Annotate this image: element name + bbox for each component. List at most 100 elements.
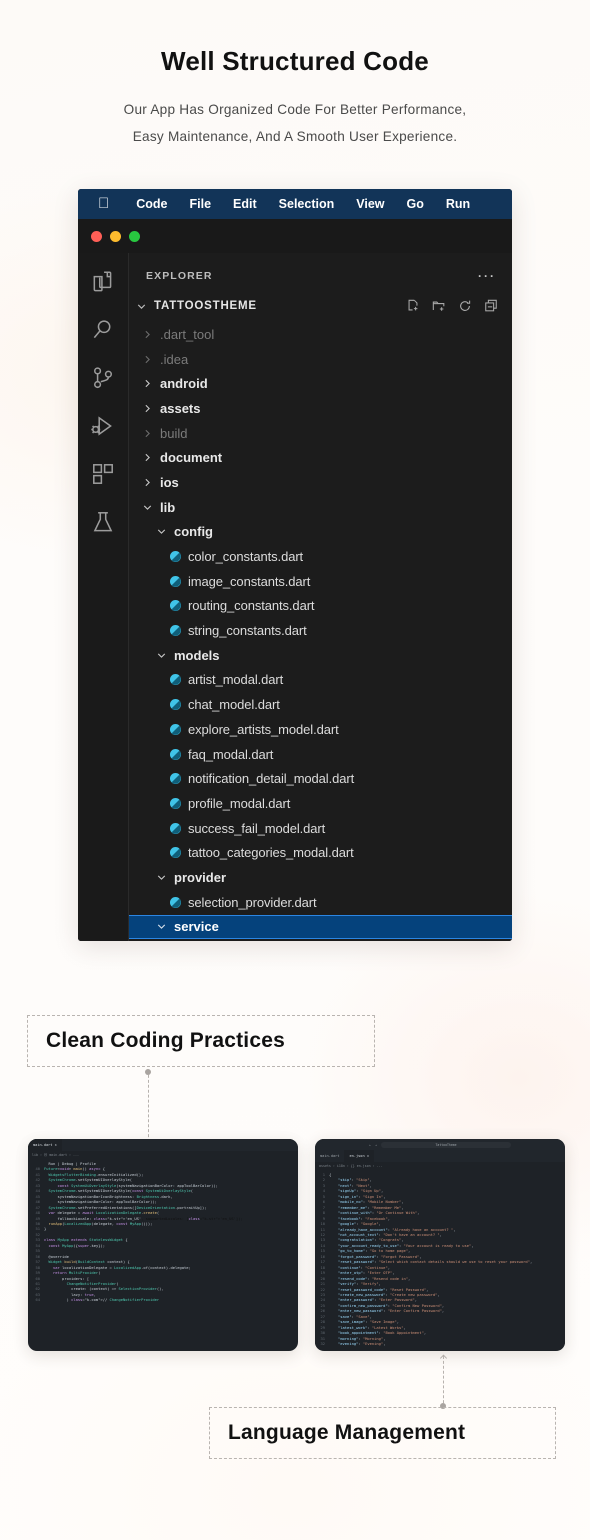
connector-line bbox=[443, 1356, 444, 1408]
dart-file-icon bbox=[169, 723, 182, 736]
connector-line bbox=[148, 1070, 149, 1142]
new-file-icon[interactable] bbox=[406, 299, 420, 313]
code-line: 32 "evening": "Evening", bbox=[320, 1342, 386, 1347]
chevron-right-icon bbox=[141, 353, 154, 366]
tree-folder-row[interactable]: assets bbox=[129, 396, 512, 421]
more-actions-icon[interactable]: ··· bbox=[478, 269, 496, 283]
code-line: 64 ) class="k-com">// ChangeNotifierProv… bbox=[35, 1298, 160, 1303]
tree-file-row[interactable]: color_constants.dart bbox=[129, 544, 512, 569]
page-title: Well Structured Code bbox=[161, 46, 429, 76]
tree-folder-row[interactable]: provider bbox=[129, 865, 512, 890]
menu-item-selection[interactable]: Selection bbox=[268, 189, 346, 219]
tree-folder-label: service bbox=[174, 919, 219, 935]
tree-folder-row[interactable]: models bbox=[129, 643, 512, 668]
tree-file-row[interactable]: chat_model.dart bbox=[129, 692, 512, 717]
tree-file-label: faq_modal.dart bbox=[188, 746, 274, 762]
tree-folder-label: .idea bbox=[160, 351, 189, 367]
menu-item-view[interactable]: View bbox=[345, 189, 395, 219]
tree-folder-row[interactable]: config bbox=[129, 520, 512, 545]
dart-file-icon bbox=[169, 550, 182, 563]
tree-file-label: explore_artists_model.dart bbox=[188, 721, 339, 737]
chevron-down-icon bbox=[141, 501, 154, 514]
refresh-icon[interactable] bbox=[458, 299, 472, 313]
testing-icon[interactable] bbox=[90, 509, 116, 535]
tree-file-row[interactable]: faq_modal.dart bbox=[129, 742, 512, 767]
tab-en-json[interactable]: en.json × bbox=[344, 1150, 374, 1162]
file-tree: .dart_tool .idea android assets build documen… bbox=[129, 319, 512, 940]
code-right-tabbar: main.dart en.json × bbox=[315, 1150, 565, 1162]
tree-folder-row[interactable]: service bbox=[129, 914, 512, 940]
new-folder-icon[interactable] bbox=[432, 299, 446, 313]
minimize-window-button[interactable] bbox=[110, 230, 121, 242]
code-right-breadcrumb: assets › i18n › {} en.json › ... bbox=[315, 1162, 565, 1171]
tab-close-icon[interactable]: × bbox=[367, 1154, 369, 1158]
tree-file-label: tattoo_categories_modal.dart bbox=[188, 845, 354, 861]
explorer-header: EXPLORER ··· bbox=[129, 259, 512, 293]
tree-file-row[interactable]: routing_constants.dart bbox=[129, 594, 512, 619]
apple-logo-icon[interactable]:  bbox=[92, 196, 125, 211]
tree-folder-row[interactable]: build bbox=[129, 421, 512, 446]
source-control-icon[interactable] bbox=[90, 365, 116, 391]
tree-file-row[interactable]: explore_artists_model.dart bbox=[129, 717, 512, 742]
tree-folder-label: assets bbox=[160, 400, 201, 416]
chevron-right-icon bbox=[141, 427, 154, 440]
tree-file-row[interactable]: success_fail_model.dart bbox=[129, 816, 512, 841]
tree-folder-row[interactable]: .idea bbox=[129, 347, 512, 372]
code-left-editor[interactable]: Run | Debug | Profile 40 Future<void> main… bbox=[28, 1160, 298, 1339]
tab-main-dart-inactive[interactable]: main.dart bbox=[315, 1150, 344, 1162]
tree-file-label: success_fail_model.dart bbox=[188, 820, 326, 836]
tree-file-row[interactable]: profile_modal.dart bbox=[129, 791, 512, 816]
vscode-window:  Code File Edit Selection View Go Run bbox=[78, 189, 512, 941]
code-right-editor[interactable]: 1{2 "skip": "Skip", 3 "next": "Next", 4 "s… bbox=[315, 1171, 565, 1350]
dart-file-icon bbox=[169, 673, 182, 686]
tree-file-row[interactable]: image_constants.dart bbox=[129, 569, 512, 594]
tree-file-label: routing_constants.dart bbox=[188, 598, 315, 614]
extensions-icon[interactable] bbox=[90, 461, 116, 487]
menu-item-run[interactable]: Run bbox=[435, 189, 481, 219]
dart-file-icon bbox=[169, 772, 182, 785]
menu-item-edit[interactable]: Edit bbox=[222, 189, 268, 219]
dart-file-icon bbox=[169, 822, 182, 835]
menu-item-go[interactable]: Go bbox=[396, 189, 435, 219]
close-window-button[interactable] bbox=[91, 230, 102, 242]
tab-main-dart[interactable]: main.dart × bbox=[28, 1139, 62, 1151]
maximize-window-button[interactable] bbox=[129, 230, 140, 242]
nav-forward-icon[interactable]: → bbox=[375, 1143, 377, 1147]
tab-main-dart-label: main.dart bbox=[33, 1143, 53, 1147]
tree-folder-row[interactable]: android bbox=[129, 371, 512, 396]
tree-file-row[interactable]: string_constants.dart bbox=[129, 618, 512, 643]
tree-folder-label: document bbox=[160, 450, 223, 466]
command-center-omnibox[interactable]: TattooTheme bbox=[381, 1141, 512, 1148]
tree-folder-row[interactable]: .dart_tool bbox=[129, 322, 512, 347]
code-left-tabbar: main.dart × bbox=[28, 1139, 298, 1151]
menu-item-file[interactable]: File bbox=[179, 189, 223, 219]
tree-file-label: artist_modal.dart bbox=[188, 672, 284, 688]
explorer-root-row[interactable]: TATTOOSTHEME bbox=[129, 293, 512, 319]
explorer-root-label: TATTOOSTHEME bbox=[154, 300, 257, 312]
explorer-icon[interactable] bbox=[90, 269, 116, 295]
editor-body: EXPLORER ··· TATTOOSTHEME .dart_tool .id… bbox=[78, 253, 512, 941]
chevron-right-icon bbox=[141, 402, 154, 415]
explorer-title: EXPLORER bbox=[146, 270, 213, 282]
tree-folder-row[interactable]: lib bbox=[129, 495, 512, 520]
tree-file-row[interactable]: selection_provider.dart bbox=[129, 890, 512, 915]
tree-file-label: color_constants.dart bbox=[188, 549, 304, 565]
tree-file-row[interactable]: tattoo_categories_modal.dart bbox=[129, 840, 512, 865]
nav-back-icon[interactable]: ← bbox=[369, 1143, 371, 1147]
tab-close-icon[interactable]: × bbox=[55, 1143, 57, 1147]
collapse-all-icon[interactable] bbox=[484, 299, 498, 313]
callout-top-label: Clean Coding Practices bbox=[46, 1029, 285, 1052]
tree-file-row[interactable]: artist_modal.dart bbox=[129, 668, 512, 693]
window-title-bar bbox=[78, 219, 512, 253]
tree-folder-row[interactable]: document bbox=[129, 445, 512, 470]
menu-item-code[interactable]: Code bbox=[125, 189, 178, 219]
tree-folder-label: ios bbox=[160, 474, 179, 490]
macos-menu-bar:  Code File Edit Selection View Go Run bbox=[78, 189, 512, 219]
tree-file-row[interactable]: notification_detail_modal.dart bbox=[129, 766, 512, 791]
dart-file-icon bbox=[169, 896, 182, 909]
run-and-debug-icon[interactable] bbox=[90, 413, 116, 439]
explorer-root-actions bbox=[406, 299, 498, 313]
tree-folder-row[interactable]: ios bbox=[129, 470, 512, 495]
tree-folder-label: .dart_tool bbox=[160, 326, 215, 342]
search-icon[interactable] bbox=[90, 317, 116, 343]
